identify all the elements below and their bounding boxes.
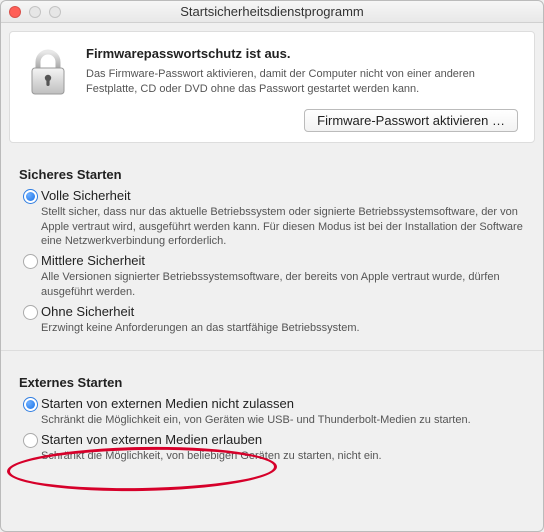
lock-icon: [26, 46, 70, 132]
option-label: Ohne Sicherheit: [41, 304, 525, 319]
firmware-panel: Firmwarepasswortschutz ist aus. Das Firm…: [9, 31, 535, 143]
traffic-lights: [9, 6, 61, 18]
close-icon[interactable]: [9, 6, 21, 18]
radio-icon[interactable]: [23, 305, 38, 320]
option-label: Starten von externen Medien erlauben: [41, 432, 525, 447]
option-label: Mittlere Sicherheit: [41, 253, 525, 268]
radio-icon[interactable]: [23, 397, 38, 412]
activate-firmware-button[interactable]: Firmware-Passwort aktivieren …: [304, 109, 518, 132]
option-label: Starten von externen Medien nicht zulass…: [41, 396, 525, 411]
option-desc: Schränkt die Möglichkeit ein, von Geräte…: [41, 413, 525, 428]
divider: [1, 350, 543, 351]
radio-icon[interactable]: [23, 433, 38, 448]
option-desc: Stellt sicher, dass nur das aktuelle Bet…: [41, 205, 525, 250]
secure-boot-option-none[interactable]: Ohne Sicherheit Erzwingt keine Anforderu…: [19, 304, 525, 336]
radio-icon[interactable]: [23, 254, 38, 269]
option-desc: Alle Versionen signierter Betriebssystem…: [41, 270, 525, 300]
window-title: Startsicherheitsdienstprogramm: [1, 4, 543, 19]
secure-boot-option-medium[interactable]: Mittlere Sicherheit Alle Versionen signi…: [19, 253, 525, 300]
option-desc: Schränkt die Möglichkeit, von beliebigen…: [41, 449, 525, 464]
secure-boot-heading: Sicheres Starten: [19, 167, 525, 182]
external-boot-option-allow[interactable]: Starten von externen Medien erlauben Sch…: [19, 432, 525, 464]
radio-icon[interactable]: [23, 189, 38, 204]
zoom-icon: [49, 6, 61, 18]
secure-boot-option-full[interactable]: Volle Sicherheit Stellt sicher, dass nur…: [19, 188, 525, 250]
external-boot-heading: Externes Starten: [19, 375, 525, 390]
option-label: Volle Sicherheit: [41, 188, 525, 203]
option-desc: Erzwingt keine Anforderungen an das star…: [41, 321, 525, 336]
firmware-text: Firmwarepasswortschutz ist aus. Das Firm…: [86, 46, 518, 132]
external-boot-option-disallow[interactable]: Starten von externen Medien nicht zulass…: [19, 396, 525, 428]
firmware-heading: Firmwarepasswortschutz ist aus.: [86, 46, 518, 61]
external-boot-section: Externes Starten Starten von externen Me…: [1, 359, 543, 470]
titlebar: Startsicherheitsdienstprogramm: [1, 1, 543, 23]
secure-boot-section: Sicheres Starten Volle Sicherheit Stellt…: [1, 151, 543, 342]
firmware-description: Das Firmware-Passwort aktivieren, damit …: [86, 67, 518, 97]
minimize-icon: [29, 6, 41, 18]
